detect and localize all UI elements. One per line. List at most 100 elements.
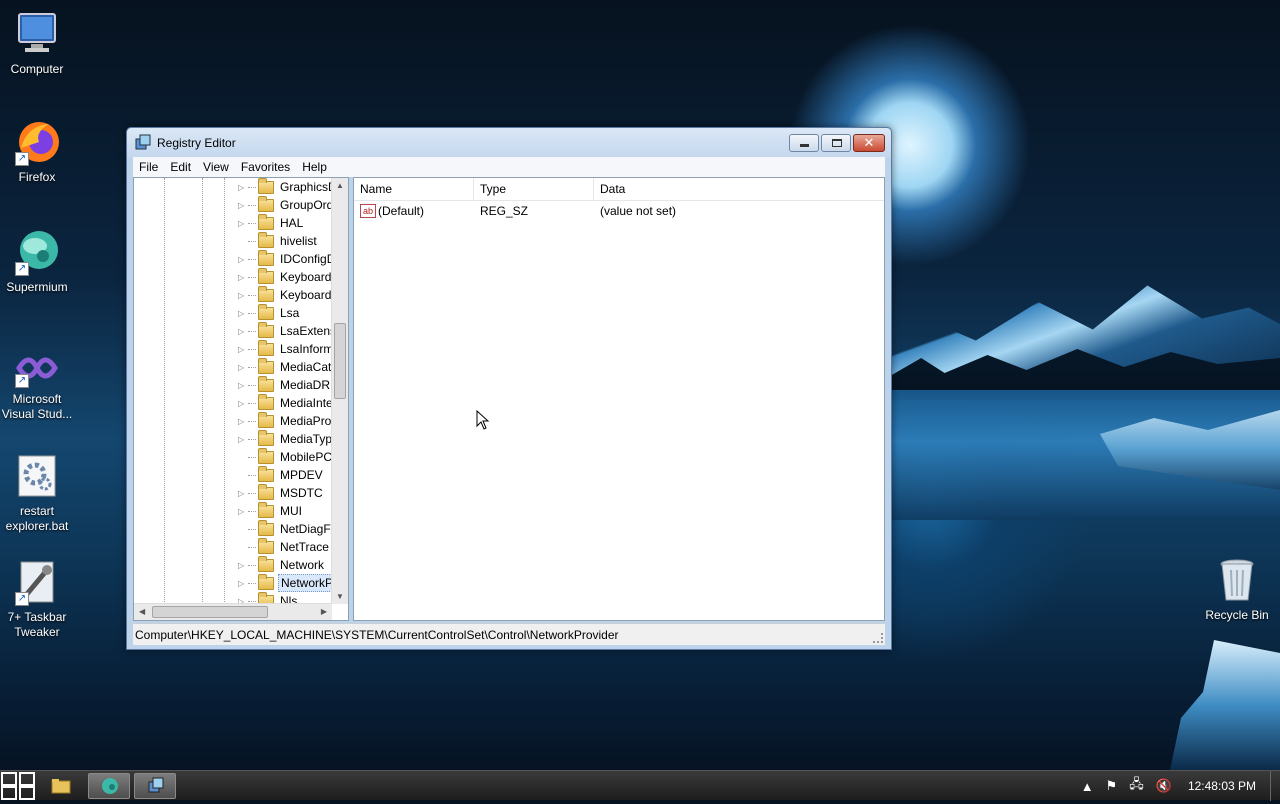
expand-arrow-icon[interactable]: ▷	[238, 363, 248, 372]
tree-item[interactable]: ▷ MediaCate	[238, 357, 340, 376]
desktop-icon-supermium[interactable]: ↗ Supermium	[0, 228, 74, 295]
start-button[interactable]	[0, 771, 36, 801]
expand-arrow-icon[interactable]: ▷	[238, 255, 248, 264]
menu-view[interactable]: View	[203, 160, 229, 174]
expand-arrow-icon[interactable]: ▷	[238, 219, 248, 228]
tree-connector-line	[248, 312, 256, 314]
folder-icon	[258, 555, 274, 572]
desktop-icon-visual-studio[interactable]: ↗ Microsoft Visual Stud...	[0, 348, 74, 422]
folder-icon	[258, 213, 274, 230]
tree-item[interactable]: ▷ NetworkPr	[238, 573, 341, 592]
tree-item-label: IDConfigD	[280, 252, 336, 266]
desktop-icon-taskbar-tweaker[interactable]: ↗ 7+ Taskbar Tweaker	[0, 558, 74, 640]
desktop-icon-label: Supermium	[6, 280, 68, 294]
column-header-data[interactable]: Data	[594, 178, 884, 201]
desktop-icon-firefox[interactable]: ↗ Firefox	[0, 118, 74, 185]
tree-item[interactable]: ▷ IDConfigD	[238, 249, 337, 268]
tree-item[interactable]: ▷ MediaProp	[238, 411, 340, 430]
minimize-button[interactable]	[789, 134, 819, 152]
tree-item[interactable]: ▷ LsaInforma	[238, 339, 342, 358]
taskbar-file-explorer[interactable]	[46, 773, 76, 799]
close-button[interactable]: ✕	[853, 134, 885, 152]
column-header-type[interactable]: Type	[474, 178, 594, 201]
scroll-left-arrow-icon[interactable]: ◀	[139, 607, 145, 616]
menu-file[interactable]: File	[139, 160, 158, 174]
network-icon[interactable]: 🖧	[1129, 775, 1144, 797]
registry-editor-window[interactable]: Registry Editor ✕ File Edit View Favorit…	[126, 127, 892, 650]
tree-item[interactable]: ▷ Keyboard L	[238, 285, 343, 304]
expand-arrow-icon[interactable]: ▷	[238, 579, 248, 588]
volume-muted-icon[interactable]: 🔇	[1156, 778, 1172, 794]
desktop-icon-restart-explorer[interactable]: restart explorer.bat	[0, 452, 74, 534]
close-icon: ✕	[863, 135, 875, 150]
tree-connector-line	[248, 510, 256, 512]
show-desktop-button[interactable]	[1270, 771, 1280, 801]
title-bar[interactable]: Registry Editor ✕	[127, 128, 891, 158]
column-header-name[interactable]: Name	[354, 178, 474, 201]
action-center-flag-icon[interactable]: ⚑	[1106, 778, 1118, 794]
taskbar-clock[interactable]: 12:48:03 PM	[1188, 779, 1256, 793]
expand-arrow-icon[interactable]: ▷	[238, 507, 248, 516]
tree-item[interactable]: NetTrace	[238, 537, 331, 556]
value-row[interactable]: ab (Default) REG_SZ (value not set)	[354, 201, 884, 221]
expand-arrow-icon[interactable]: ▷	[238, 327, 248, 336]
registry-editor-icon	[135, 134, 151, 153]
expand-arrow-icon[interactable]: ▷	[238, 489, 248, 498]
tree-item[interactable]: ▷ Lsa	[238, 303, 301, 322]
expand-arrow-icon[interactable]: ▷	[238, 201, 248, 210]
mouse-cursor-icon	[476, 409, 490, 433]
tree-item[interactable]: NetDiagFx	[238, 519, 339, 538]
tree-item[interactable]: MPDEV	[238, 465, 325, 484]
expand-arrow-icon[interactable]: ▷	[238, 399, 248, 408]
expand-arrow-icon[interactable]: ▷	[238, 291, 248, 300]
tree-vertical-scrollbar[interactable]: ▲ ▼	[331, 178, 348, 604]
minimize-icon	[800, 144, 809, 147]
tree-item[interactable]: ▷ MUI	[238, 501, 304, 520]
folder-icon	[51, 779, 71, 794]
expand-arrow-icon[interactable]: ▷	[238, 561, 248, 570]
tree-item[interactable]: MobilePC	[238, 447, 334, 466]
expand-arrow-icon[interactable]: ▷	[238, 381, 248, 390]
folder-icon	[258, 465, 274, 482]
tree-connector-line	[248, 600, 256, 602]
tree-item[interactable]: ▷ MediaDRM	[238, 375, 342, 394]
desktop-icon-label: Recycle Bin	[1205, 608, 1269, 622]
tree-horizontal-scrollbar[interactable]: ◀ ▶	[134, 603, 332, 620]
menu-favorites[interactable]: Favorites	[241, 160, 290, 174]
scroll-up-arrow-icon[interactable]: ▲	[336, 181, 344, 190]
tree-connector-line	[248, 366, 256, 368]
desktop-icon-computer[interactable]: Computer	[0, 10, 74, 77]
expand-arrow-icon[interactable]: ▷	[238, 417, 248, 426]
expand-arrow-icon[interactable]: ▷	[238, 345, 248, 354]
taskbar-supermium[interactable]	[88, 773, 130, 799]
menu-edit[interactable]: Edit	[170, 160, 191, 174]
tree-item[interactable]: ▷ HAL	[238, 213, 305, 232]
desktop-icon-recycle-bin[interactable]: Recycle Bin	[1200, 556, 1274, 623]
show-hidden-icons-icon[interactable]: ▲	[1081, 779, 1094, 794]
taskbar-registry-editor[interactable]	[134, 773, 176, 799]
tree-item-label: hivelist	[280, 234, 317, 248]
tree-item[interactable]: hivelist	[238, 231, 319, 250]
registry-key-tree[interactable]: ▷ GraphicsDr ▷ GroupOrde ▷ HAL hivelist ▷ IDConf…	[133, 177, 349, 621]
maximize-button[interactable]	[821, 134, 851, 152]
tree-item[interactable]: ▷ MediaType	[238, 429, 341, 448]
tree-item[interactable]: ▷ MediaInter	[238, 393, 339, 412]
tree-horizontal-scroll-thumb[interactable]	[152, 606, 268, 618]
tree-item[interactable]: ▷ GroupOrde	[238, 195, 342, 214]
value-type: REG_SZ	[480, 204, 529, 218]
expand-arrow-icon[interactable]: ▷	[238, 273, 248, 282]
scroll-right-arrow-icon[interactable]: ▶	[321, 607, 327, 616]
expand-arrow-icon[interactable]: ▷	[238, 309, 248, 318]
expand-arrow-icon[interactable]: ▷	[238, 183, 248, 192]
tree-item[interactable]: ▷ Network	[238, 555, 326, 574]
tree-item[interactable]: ▷ Keyboard L	[238, 267, 343, 286]
menu-help[interactable]: Help	[302, 160, 327, 174]
registry-values-list[interactable]: Name Type Data ab (Default) REG_SZ (value…	[353, 177, 885, 621]
expand-arrow-icon[interactable]: ▷	[238, 435, 248, 444]
tree-item[interactable]: ▷ GraphicsDr	[238, 178, 343, 196]
scroll-down-arrow-icon[interactable]: ▼	[336, 592, 344, 601]
resize-grip-icon[interactable]	[873, 633, 883, 643]
tree-vertical-scroll-thumb[interactable]	[334, 323, 346, 399]
tree-item[interactable]: ▷ MSDTC	[238, 483, 325, 502]
tree-guide-lines	[134, 178, 254, 606]
